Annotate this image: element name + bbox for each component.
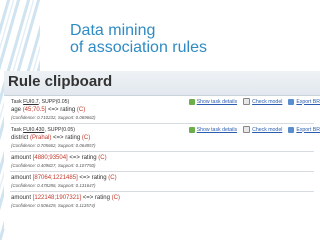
rule-item[interactable]: district (Prahal) <=> rating (C) — [11, 135, 90, 141]
rule-measures: (Confidence: 0.710232, Support: 0.069662… — [11, 115, 96, 120]
check-model-link[interactable]: Check model — [243, 126, 282, 133]
export-icon — [288, 126, 295, 133]
rule-item[interactable]: amount [87064;1221485] <=> rating (C) — [11, 175, 117, 181]
rule-item[interactable]: amount [4880;93504] <=> rating (C) — [11, 155, 107, 161]
details-icon — [188, 98, 195, 105]
rule-item[interactable]: age (45;70.5] <=> rating (C) — [11, 107, 85, 113]
rule-measures: (Confidence: 0.478286, Support: 0.131647… — [11, 183, 96, 188]
rule-measures: (Confidence: 0.705662, Support: 0.064857… — [11, 143, 96, 148]
task-link[interactable]: FUI0.7 — [23, 99, 39, 105]
task-label-suffix: , SUPP(0.05) — [38, 99, 70, 105]
task-actions-2: Show task details Check model Export BR — [188, 126, 320, 133]
slide-title-line2: of association rules — [70, 39, 207, 56]
rule-clipboard-panel: Rule clipboard Task FUI0.7, SUPP(0.05) S… — [4, 71, 320, 229]
task-label-prefix: Task — [11, 99, 24, 105]
check-model-link[interactable]: Check model — [243, 98, 282, 105]
divider — [10, 191, 314, 192]
export-link[interactable]: Export BR — [288, 126, 320, 133]
divider — [10, 123, 314, 124]
rule-item[interactable]: amount [122148;1907321] <=> rating (C) — [11, 195, 120, 201]
model-icon — [243, 126, 251, 133]
rule-measures: (Confidence: 0.506429, Support: 0.113574… — [11, 203, 96, 208]
divider — [10, 151, 314, 152]
task-header-2: Task FUI0.430, SUPP(0.05) — [11, 127, 75, 133]
model-icon — [243, 98, 251, 105]
rule-measures: (Confidence: 0.409827, Support: 0.107750… — [11, 163, 96, 168]
task-label-suffix: , SUPP(0.05) — [44, 127, 76, 133]
task-header-1: Task FUI0.7, SUPP(0.05) — [11, 99, 69, 105]
show-task-details-link[interactable]: Show task details — [188, 126, 237, 133]
slide-title: Data mining of association rules — [70, 22, 207, 56]
details-icon — [188, 126, 195, 133]
show-task-details-link[interactable]: Show task details — [188, 98, 237, 105]
export-icon — [288, 98, 295, 105]
clipboard-header: Rule clipboard — [4, 71, 320, 96]
divider — [10, 171, 314, 172]
clipboard-title: Rule clipboard — [8, 73, 113, 90]
export-link[interactable]: Export BR — [288, 98, 320, 105]
task-link[interactable]: FUI0.430 — [23, 127, 44, 133]
slide-title-line1: Data mining — [70, 22, 156, 39]
task-actions-1: Show task details Check model Export BR — [188, 98, 320, 105]
task-label-prefix: Task — [11, 127, 24, 133]
